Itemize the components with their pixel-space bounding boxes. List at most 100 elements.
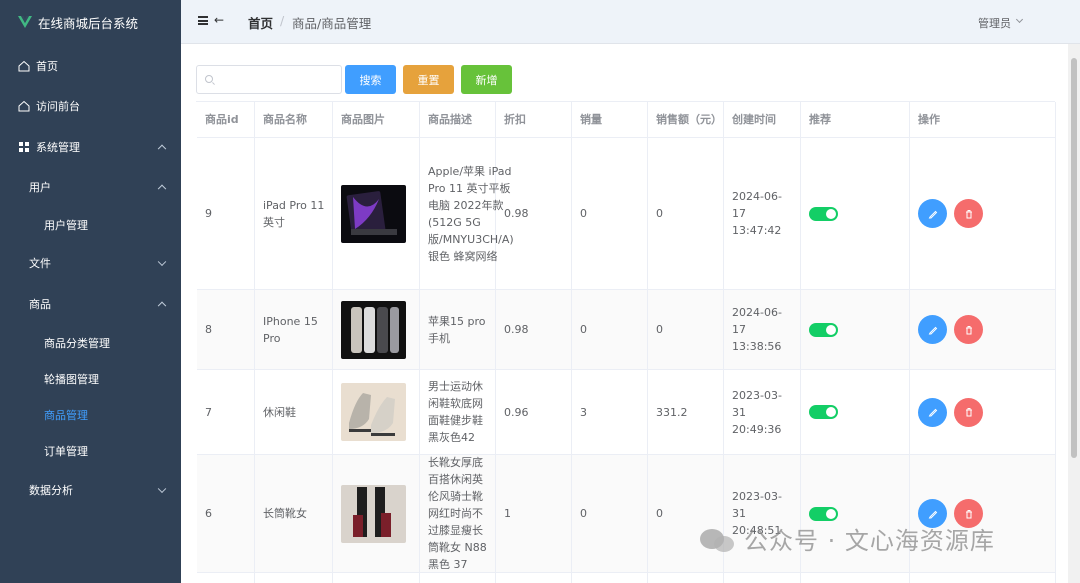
cell-image	[333, 455, 420, 572]
chevron-down-icon	[157, 257, 167, 267]
recommend-switch[interactable]	[809, 322, 838, 337]
delete-button[interactable]	[954, 199, 983, 228]
cell-discount	[496, 573, 572, 583]
search-icon	[205, 75, 213, 83]
product-image-iphone[interactable]	[341, 300, 406, 359]
sidebar-item-visit-frontend[interactable]: 访问前台	[0, 95, 181, 117]
sidebar-item-label: 用户管理	[44, 219, 88, 232]
search-button[interactable]: 搜索	[345, 65, 396, 94]
edit-icon	[928, 408, 937, 417]
recommend-switch[interactable]	[809, 405, 838, 419]
table-header-row: 商品id 商品名称 商品图片 商品描述 折扣 销量 销售额（元） 创建时间 推荐…	[197, 102, 1056, 138]
cell-created: 2024-06-17 13:38:56	[724, 290, 801, 369]
cell-sales: 0	[572, 290, 648, 369]
cell-desc: 长靴女厚底百搭休闲英伦风骑士靴网红时尚不过膝显瘦长筒靴女 N88 黑色 37	[420, 455, 496, 572]
sidebar-item-category-management[interactable]: 商品分类管理	[0, 332, 181, 354]
watermark-text: 公众号 · 文心海资源库	[744, 527, 995, 555]
sidebar-item-label: 访问前台	[36, 100, 80, 113]
edit-button[interactable]	[918, 199, 947, 228]
cell-image	[333, 290, 420, 369]
user-menu[interactable]: 管理员	[978, 15, 1011, 31]
chevron-down-icon	[157, 484, 167, 494]
sidebar-item-label: 文件	[29, 257, 51, 270]
recommend-switch[interactable]	[809, 206, 838, 221]
sidebar-item-goods-management[interactable]: 商品管理	[0, 404, 181, 426]
reset-button[interactable]: 重置	[403, 65, 454, 94]
edit-button[interactable]	[918, 315, 947, 344]
cell-sales: 3	[572, 370, 648, 454]
cell-name: IPhone 15 Pro	[255, 290, 333, 369]
sidebar-item-data-analysis[interactable]: 数据分析	[0, 479, 181, 501]
recommend-switch[interactable]	[809, 506, 838, 521]
cell-actions	[910, 573, 1056, 583]
sidebar-item-label: 轮播图管理	[44, 373, 99, 386]
cell-revenue: 331.2	[648, 370, 724, 454]
back-arrow-icon[interactable]: ←	[214, 13, 224, 27]
column-header: 商品名称	[255, 102, 333, 137]
cell-actions	[910, 138, 1056, 289]
cell-name: 长筒靴女	[255, 455, 333, 572]
search-field[interactable]	[219, 70, 337, 89]
top-header: ← 首页 / 商品/商品管理 管理员	[181, 0, 1080, 44]
scrollbar-thumb[interactable]	[1071, 58, 1077, 458]
cell-revenue	[648, 573, 724, 583]
column-header: 销量	[572, 102, 648, 137]
product-image-boots[interactable]	[341, 484, 406, 543]
breadcrumb-home[interactable]: 首页	[248, 13, 273, 32]
cell-discount: 0.98	[496, 290, 572, 369]
sidebar-item-label: 商品分类管理	[44, 337, 110, 350]
sidebar-item-goods[interactable]: 商品	[0, 293, 181, 315]
cell-id	[197, 573, 255, 583]
app-logo[interactable]: 在线商城后台系统	[0, 0, 181, 44]
cell-revenue: 0	[648, 138, 724, 289]
table-row: 9 iPad Pro 11 英寸 Apple/苹果 iPad Pro 11 英寸…	[197, 138, 1056, 290]
sidebar-item-home[interactable]: 首页	[0, 55, 181, 77]
breadcrumb-separator: /	[280, 13, 285, 28]
cell-desc: Apple/苹果 iPad Pro 11 英寸平板电脑 2022年款(512G …	[420, 138, 514, 289]
sidebar-item-user[interactable]: 用户	[0, 176, 181, 198]
delete-button[interactable]	[954, 315, 983, 344]
edit-button[interactable]	[918, 397, 947, 427]
cell-recommend	[801, 370, 910, 454]
search-input[interactable]	[196, 65, 342, 94]
trash-icon	[965, 408, 972, 417]
sidebar-item-system[interactable]: 系统管理	[0, 136, 181, 158]
cell-id: 8	[197, 290, 255, 369]
cell-actions	[910, 370, 1056, 454]
cell-actions	[910, 290, 1056, 369]
column-header: 商品id	[197, 102, 255, 137]
cell-name: iPad Pro 11 英寸	[255, 138, 333, 289]
edit-icon	[928, 510, 937, 518]
chevron-up-icon	[157, 184, 167, 194]
sidebar-item-file[interactable]: 文件	[0, 252, 181, 274]
sidebar-item-order-management[interactable]: 订单管理	[0, 440, 181, 462]
sidebar-item-user-management[interactable]: 用户管理	[0, 214, 181, 236]
cell-created	[724, 573, 801, 583]
column-header: 操作	[910, 102, 1056, 137]
product-image-ipad[interactable]	[341, 184, 406, 243]
sidebar-item-label: 订单管理	[44, 445, 88, 458]
table-row: 8 IPhone 15 Pro 苹果15 pro 手机 0.98 0 0 202…	[197, 290, 1056, 370]
sidebar-item-carousel-management[interactable]: 轮播图管理	[0, 368, 181, 390]
cell-recommend	[801, 573, 910, 583]
goods-table: 商品id 商品名称 商品图片 商品描述 折扣 销量 销售额（元） 创建时间 推荐…	[196, 101, 1056, 583]
add-button[interactable]: 新增	[461, 65, 512, 94]
sidebar: 在线商城后台系统 首页 访问前台 系统管理 用户 用户管理 文件 商品 商品分类…	[0, 0, 181, 583]
chevron-up-icon	[157, 301, 167, 311]
sidebar-item-label: 用户	[29, 181, 51, 194]
cell-desc	[420, 573, 496, 583]
cell-desc: 苹果15 pro 手机	[420, 290, 496, 369]
column-header: 创建时间	[724, 102, 801, 137]
menu-toggle-icon[interactable]	[198, 16, 208, 25]
product-image-shoes[interactable]	[341, 383, 406, 441]
delete-button[interactable]	[954, 397, 983, 427]
home-icon	[18, 60, 30, 72]
chevron-down-icon[interactable]	[1015, 15, 1024, 24]
vue-logo-icon	[18, 16, 32, 28]
home-icon	[18, 100, 30, 112]
trash-icon	[965, 209, 972, 218]
sidebar-item-label: 商品管理	[44, 409, 88, 422]
cell-name	[255, 573, 333, 583]
table-row	[197, 573, 1056, 583]
column-header: 推荐	[801, 102, 910, 137]
